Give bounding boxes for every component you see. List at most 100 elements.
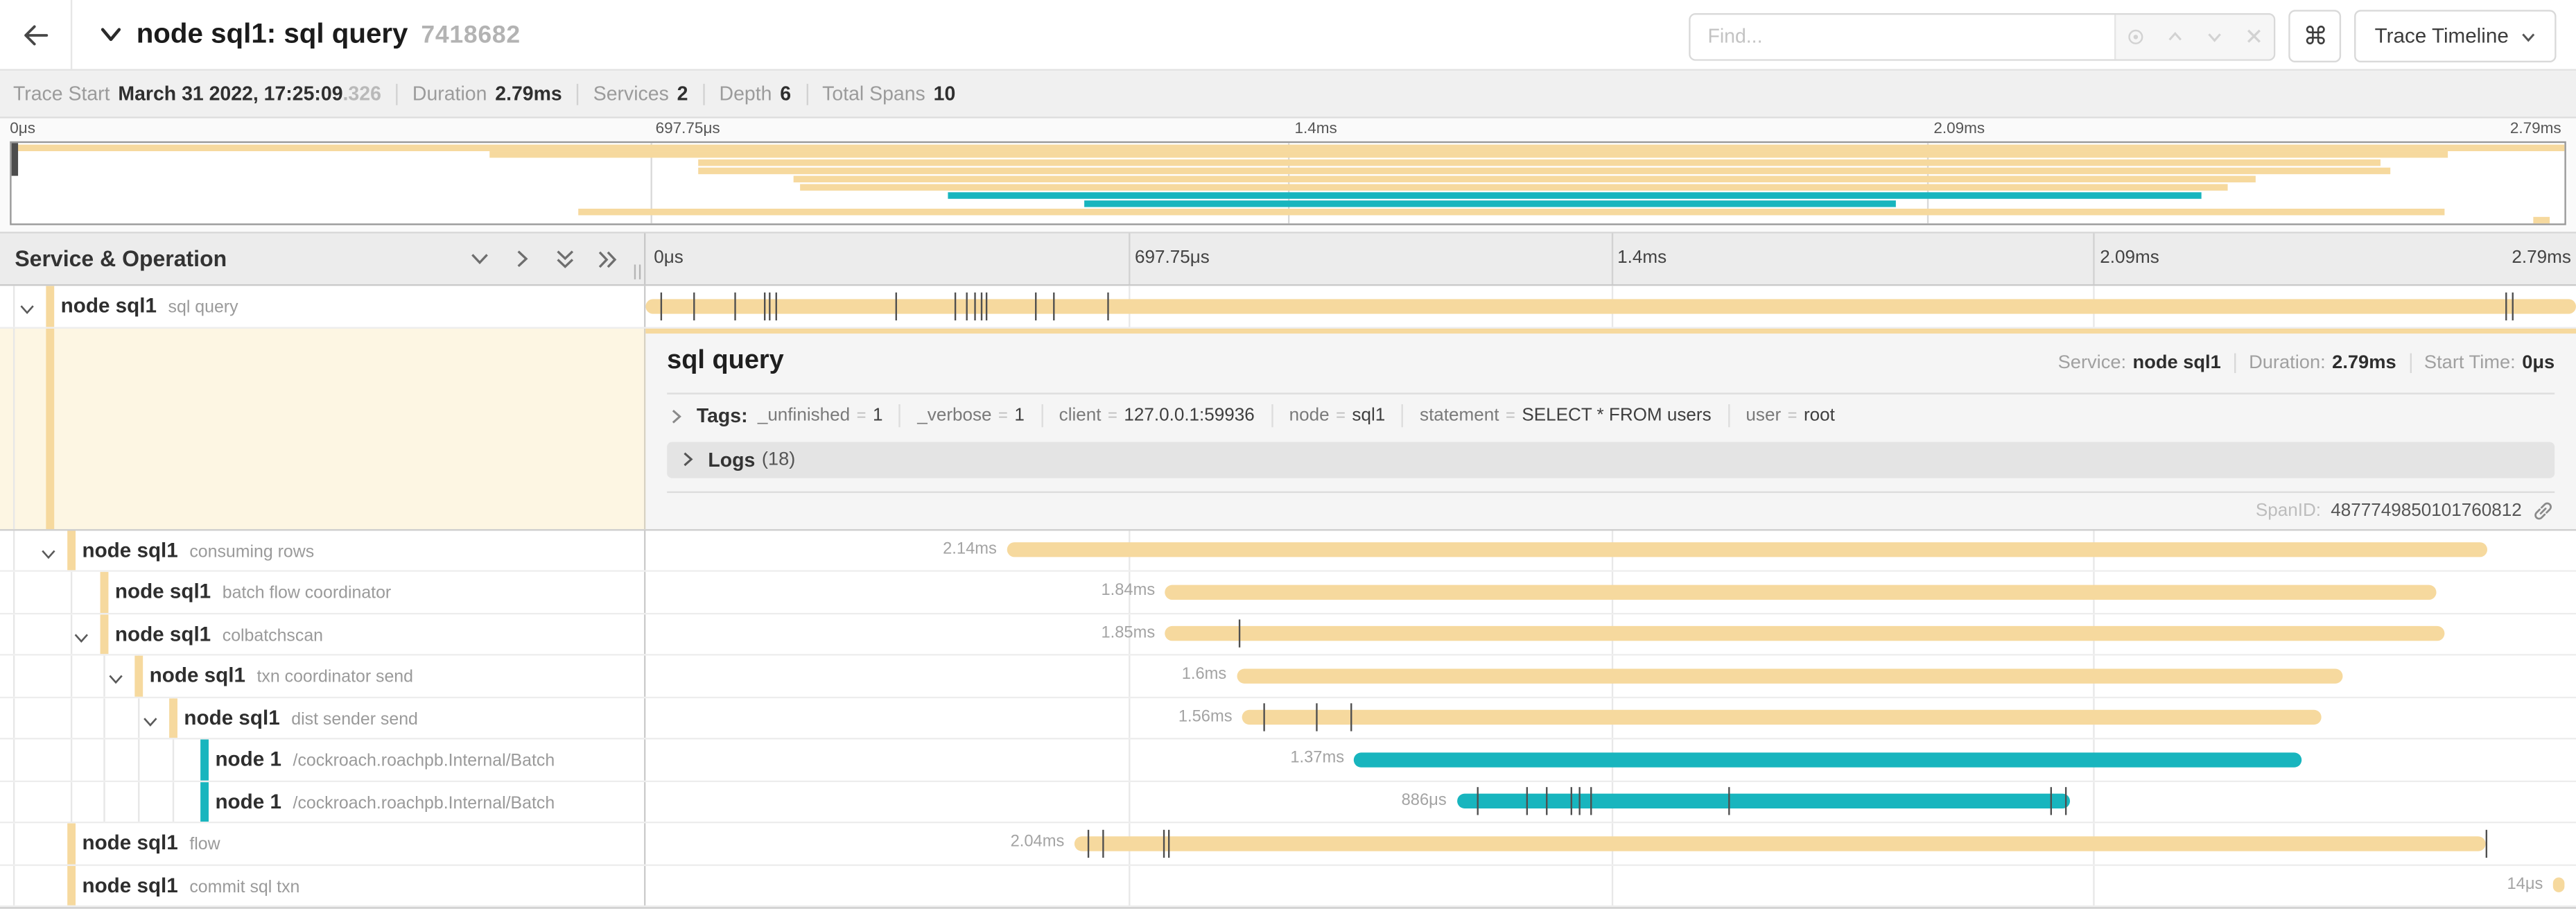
span-bar-cell[interactable]: 1.85ms xyxy=(645,614,2576,654)
log-marker-tick xyxy=(763,292,765,320)
focus-match-icon[interactable] xyxy=(2127,26,2146,47)
collapse-all-icon[interactable] xyxy=(554,248,577,270)
summary-label: Services xyxy=(593,82,669,105)
span-bar-cell[interactable]: 2.04ms xyxy=(645,823,2576,863)
expand-all-icon[interactable] xyxy=(596,248,621,270)
tags-label: Tags: xyxy=(697,404,748,427)
column-resize-handle[interactable] xyxy=(634,265,641,279)
span-name-column[interactable]: node sql1sql query xyxy=(0,286,645,326)
span-bar-cell[interactable] xyxy=(645,286,2576,326)
minimap-drag-handle[interactable] xyxy=(12,143,18,175)
logs-accordion[interactable]: Logs (18) xyxy=(667,441,2555,477)
span-bar[interactable] xyxy=(1007,543,2487,557)
span-bar[interactable] xyxy=(1165,627,2444,641)
collapse-one-icon[interactable] xyxy=(468,248,491,270)
trace-title-group[interactable]: node sql1: sql query 7418682 xyxy=(98,18,521,51)
span-bar[interactable] xyxy=(1242,710,2322,725)
span-color-stripe xyxy=(169,698,177,738)
timeline-minimap[interactable] xyxy=(10,141,2566,225)
service-operation-title: Service & Operation xyxy=(15,246,227,271)
span-bar[interactable] xyxy=(645,299,2576,313)
row-collapse-chevron-icon[interactable] xyxy=(18,297,36,326)
span-name-column[interactable]: node 1/cockroach.roachpb.Internal/Batch xyxy=(0,739,645,779)
log-marker-tick xyxy=(661,292,663,320)
span-name-column[interactable]: node sql1commit sql txn xyxy=(0,865,645,906)
row-collapse-chevron-icon[interactable] xyxy=(141,709,159,738)
tag-item[interactable]: node=sql1 xyxy=(1289,406,1386,425)
span-bar[interactable] xyxy=(1165,585,2437,599)
span-bar-cell[interactable]: 1.84ms xyxy=(645,572,2576,612)
next-match-icon[interactable] xyxy=(2206,26,2225,47)
span-row[interactable]: node sql1txn coordinator send1.6ms xyxy=(0,656,2576,698)
tree-guide xyxy=(173,781,174,822)
span-bar[interactable] xyxy=(1456,794,2070,808)
tree-guide xyxy=(71,739,72,779)
tick-label: 2.09ms xyxy=(1933,120,1985,138)
span-bar-cell[interactable]: 1.56ms xyxy=(645,698,2576,738)
tag-item[interactable]: client=127.0.0.1:59936 xyxy=(1059,406,1255,425)
tag-item[interactable]: statement=SELECT * FROM users xyxy=(1420,406,1712,425)
span-service-name: node sql1commit sql txn xyxy=(82,865,299,906)
span-bar[interactable] xyxy=(2553,878,2565,892)
span-row[interactable]: node 1/cockroach.roachpb.Internal/Batch8… xyxy=(0,781,2576,823)
tags-accordion[interactable]: Tags: _unfinished=1 _verbose=1 client=127.… xyxy=(667,394,2555,438)
start-time-label: Start Time: xyxy=(2424,352,2516,372)
tag-item[interactable]: user=root xyxy=(1746,406,1834,425)
log-marker-tick xyxy=(1053,292,1054,320)
timeline-gridline xyxy=(1129,656,1130,696)
row-collapse-chevron-icon[interactable] xyxy=(72,625,90,654)
span-row[interactable]: node sql1colbatchscan1.85ms xyxy=(0,614,2576,655)
clear-find-icon[interactable] xyxy=(2245,26,2264,46)
minimap-span-bar xyxy=(12,144,2565,150)
span-name-column[interactable]: node sql1consuming rows xyxy=(0,530,645,570)
copy-link-icon[interactable] xyxy=(2532,499,2555,521)
view-selector-label: Trace Timeline xyxy=(2375,25,2509,48)
span-row[interactable]: node 1/cockroach.roachpb.Internal/Batch1… xyxy=(0,739,2576,781)
log-marker-tick xyxy=(1526,788,1527,815)
summary-value: 2 xyxy=(677,82,688,105)
tag-separator xyxy=(1271,404,1273,427)
span-row[interactable]: node sql1consuming rows2.14ms xyxy=(0,530,2576,571)
span-row[interactable]: node sql1sql query xyxy=(0,286,2576,327)
span-bar[interactable] xyxy=(1354,752,2301,767)
span-operation-name: colbatchscan xyxy=(223,625,323,645)
back-button[interactable] xyxy=(0,0,72,69)
tag-item[interactable]: _unfinished=1 xyxy=(758,406,883,425)
span-bar[interactable] xyxy=(1236,668,2342,683)
log-marker-tick xyxy=(734,292,736,320)
span-bar-cell[interactable]: 14μs xyxy=(645,865,2576,906)
keyboard-shortcuts-button[interactable]: ⌘ xyxy=(2289,10,2342,62)
log-marker-tick xyxy=(2505,292,2506,320)
span-name-column[interactable]: node sql1colbatchscan xyxy=(0,614,645,654)
log-marker-tick xyxy=(2512,292,2514,320)
tick-label: 1.4ms xyxy=(1294,120,1337,138)
span-row[interactable]: node sql1flow2.04ms xyxy=(0,823,2576,865)
tag-separator xyxy=(1728,404,1729,427)
expand-one-icon[interactable] xyxy=(511,248,534,270)
span-name-column[interactable]: node sql1txn coordinator send xyxy=(0,656,645,696)
span-name-column[interactable]: node sql1flow xyxy=(0,823,645,863)
span-bar-cell[interactable]: 886μs xyxy=(645,781,2576,822)
log-marker-tick xyxy=(2051,788,2053,815)
row-collapse-chevron-icon[interactable] xyxy=(107,667,125,695)
tag-value: sql1 xyxy=(1352,406,1385,425)
span-name-column[interactable]: node sql1dist sender send xyxy=(0,698,645,738)
span-bar[interactable] xyxy=(1074,836,2486,851)
span-bar-cell[interactable]: 2.14ms xyxy=(645,530,2576,570)
header-actions: ⌘ Trace Timeline xyxy=(1689,10,2556,62)
prev-match-icon[interactable] xyxy=(2166,26,2186,47)
span-row[interactable]: node sql1commit sql txn 14μs xyxy=(0,865,2576,907)
spanid-row: SpanID: 4877749850101760812 xyxy=(667,490,2555,528)
tag-equals: = xyxy=(998,407,1008,425)
span-row[interactable]: node sql1dist sender send1.56ms xyxy=(0,698,2576,739)
row-collapse-chevron-icon[interactable] xyxy=(40,542,58,570)
span-name-column[interactable]: node sql1batch flow coordinator xyxy=(0,572,645,612)
view-selector-button[interactable]: Trace Timeline xyxy=(2355,10,2556,62)
find-input[interactable] xyxy=(1691,14,2115,58)
span-row[interactable]: node sql1batch flow coordinator1.84ms xyxy=(0,572,2576,614)
span-name-column[interactable]: node 1/cockroach.roachpb.Internal/Batch xyxy=(0,781,645,822)
collapse-trace-chevron-icon[interactable] xyxy=(98,25,123,44)
span-bar-cell[interactable]: 1.37ms xyxy=(645,739,2576,779)
tag-item[interactable]: _verbose=1 xyxy=(917,406,1025,425)
span-bar-cell[interactable]: 1.6ms xyxy=(645,656,2576,696)
